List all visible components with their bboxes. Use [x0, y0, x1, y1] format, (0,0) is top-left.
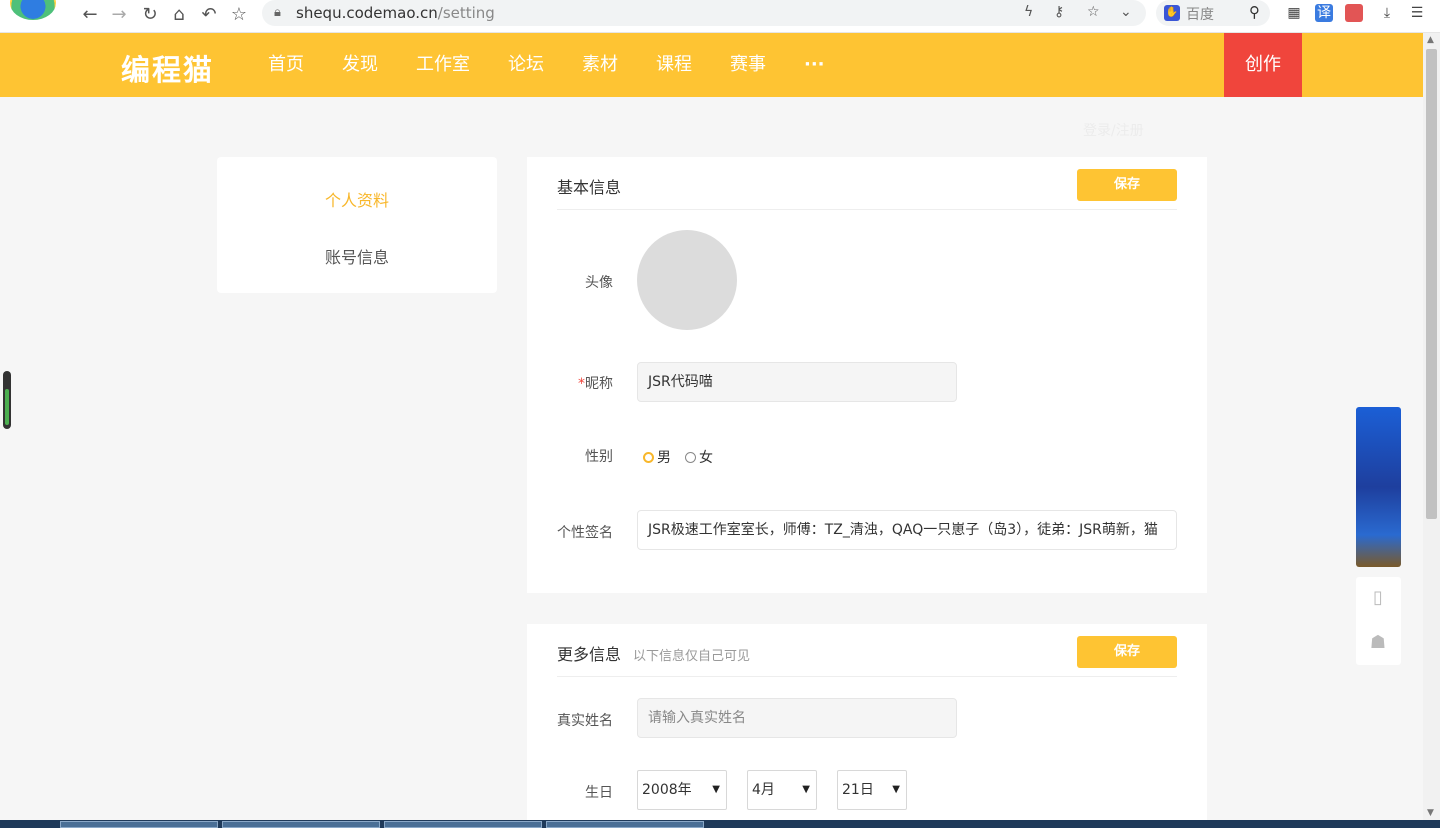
mobile-app-icon[interactable]: ▯ — [1368, 586, 1388, 610]
required-mark: * — [578, 376, 585, 392]
search-engine-label: 百度 — [1186, 7, 1214, 23]
radio-checked-icon — [643, 451, 654, 463]
more-info-title: 更多信息 — [557, 645, 622, 664]
taskbar-item[interactable] — [546, 821, 704, 828]
birth-month-select[interactable]: 4月 ▼ — [747, 770, 817, 810]
avatar[interactable] — [637, 230, 737, 330]
back-icon[interactable]: ← — [78, 3, 102, 27]
radio-unchecked-icon — [685, 451, 696, 463]
basic-info-title: 基本信息 — [557, 178, 622, 197]
menu-icon[interactable]: ☰ — [1408, 4, 1426, 22]
basic-info-save-button[interactable]: 保存 — [1077, 169, 1177, 201]
browser-toolbar: ← → ↻ ⌂ ↶ ☆ 🔒︎ shequ.codemao.cn/setting … — [0, 0, 1440, 33]
floating-tools: ▯ ☗ — [1356, 577, 1401, 665]
scroll-up-icon[interactable]: ▲ — [1427, 35, 1434, 45]
url-text: shequ.codemao.cn/setting — [296, 4, 495, 22]
realname-label: 真实姓名 — [557, 713, 613, 729]
nickname-input[interactable]: JSR代码喵 — [637, 362, 957, 402]
nav-more[interactable]: ··· — [804, 33, 825, 97]
search-icon[interactable]: ⚲ — [1249, 3, 1260, 21]
undo-close-tab-icon[interactable]: ↶ — [197, 3, 221, 27]
search-box[interactable]: ✋ 百度 ⚲ — [1156, 0, 1270, 26]
home-icon[interactable]: ⌂ — [167, 3, 191, 27]
nav-forum[interactable]: 论坛 — [508, 33, 544, 97]
more-info-save-button[interactable]: 保存 — [1077, 636, 1177, 668]
taskbar-item[interactable] — [384, 821, 542, 828]
avatar-label: 头像 — [585, 275, 613, 291]
os-taskbar — [0, 820, 1440, 828]
chevron-down-icon[interactable]: ⌄ — [1120, 4, 1132, 20]
taskbar-item[interactable] — [222, 821, 380, 828]
more-info-header: 更多信息 以下信息仅自己可见 保存 — [557, 624, 1177, 677]
side-progress-widget[interactable] — [3, 371, 11, 429]
address-bar[interactable]: 🔒︎ shequ.codemao.cn/setting ϟ ⚷ ☆ ⌄ — [262, 0, 1146, 26]
lightning-icon[interactable]: ϟ — [1024, 4, 1033, 20]
taskbar-item[interactable] — [60, 821, 218, 828]
gender-male-radio[interactable]: 男 — [643, 447, 671, 467]
floating-ad-banner[interactable] — [1356, 407, 1401, 567]
create-button[interactable]: 创作 — [1224, 33, 1302, 97]
gender-radio-group: 男 女 — [643, 447, 727, 467]
scroll-down-icon[interactable]: ▼ — [1427, 808, 1434, 818]
qr-code-icon[interactable]: ▦ — [1285, 4, 1303, 22]
download-icon[interactable]: ⤓ — [1378, 4, 1396, 22]
nav-home[interactable]: 首页 — [268, 33, 304, 97]
basic-info-card: 基本信息 保存 头像 *昵称 JSR代码喵 性别 男 女 个性签名 JSR极速工… — [527, 157, 1207, 593]
key-icon[interactable]: ⚷ — [1054, 4, 1064, 20]
baidu-paw-icon: ✋ — [1164, 5, 1180, 21]
dropdown-arrow-icon: ▼ — [712, 784, 720, 795]
browser-logo-icon[interactable] — [10, 0, 56, 20]
birth-day-select[interactable]: 21日 ▼ — [837, 770, 907, 810]
progress-fill — [5, 389, 9, 425]
bookmark-star-icon[interactable]: ☆ — [227, 3, 251, 27]
signature-input[interactable]: JSR极速工作室室长，师傅：TZ_清浊，QAQ一只崽子（岛3），徒弟：JSR萌新… — [637, 510, 1177, 550]
scrollbar-thumb[interactable] — [1426, 49, 1437, 519]
lock-icon: 🔒︎ — [274, 5, 281, 20]
settings-sidebar: 个人资料 账号信息 — [217, 157, 497, 293]
realname-input[interactable]: 请输入真实姓名 — [637, 698, 957, 738]
nav-discover[interactable]: 发现 — [342, 33, 378, 97]
sidebar-item-profile[interactable]: 个人资料 — [217, 187, 497, 211]
nav-contests[interactable]: 赛事 — [730, 33, 766, 97]
nav-studio[interactable]: 工作室 — [416, 33, 470, 97]
gender-female-radio[interactable]: 女 — [685, 447, 713, 467]
reload-icon[interactable]: ↻ — [138, 3, 162, 27]
forward-icon[interactable]: → — [107, 3, 131, 27]
signature-label: 个性签名 — [557, 525, 613, 541]
main-nav: 首页 发现 工作室 论坛 素材 课程 赛事 ··· — [268, 33, 863, 97]
dropdown-arrow-icon: ▼ — [802, 784, 810, 795]
qq-penguin-icon[interactable]: ☗ — [1368, 631, 1388, 655]
birthday-label: 生日 — [585, 785, 613, 801]
sidebar-item-account[interactable]: 账号信息 — [217, 244, 497, 268]
site-header: 编程猫 首页 发现 工作室 论坛 素材 课程 赛事 ··· 创作 — [0, 33, 1423, 97]
nav-materials[interactable]: 素材 — [582, 33, 618, 97]
site-logo[interactable]: 编程猫 — [121, 47, 214, 89]
login-register-link[interactable]: 登录/注册 — [1083, 120, 1144, 140]
basic-info-header: 基本信息 保存 — [557, 157, 1177, 210]
translate-icon[interactable]: 译 — [1315, 4, 1333, 22]
dropdown-arrow-icon: ▼ — [892, 784, 900, 795]
more-info-subtitle: 以下信息仅自己可见 — [633, 649, 751, 664]
nickname-label: *昵称 — [578, 376, 613, 392]
birth-year-select[interactable]: 2008年 ▼ — [637, 770, 727, 810]
more-info-card: 更多信息 以下信息仅自己可见 保存 真实姓名 请输入真实姓名 生日 2008年 ▼… — [527, 624, 1207, 828]
page-scrollbar[interactable]: ▲ ▼ — [1423, 33, 1440, 820]
gender-label: 性别 — [585, 449, 613, 465]
extension-avatar-icon[interactable] — [1345, 4, 1363, 22]
nav-courses[interactable]: 课程 — [656, 33, 692, 97]
favorite-star-icon[interactable]: ☆ — [1087, 4, 1100, 20]
